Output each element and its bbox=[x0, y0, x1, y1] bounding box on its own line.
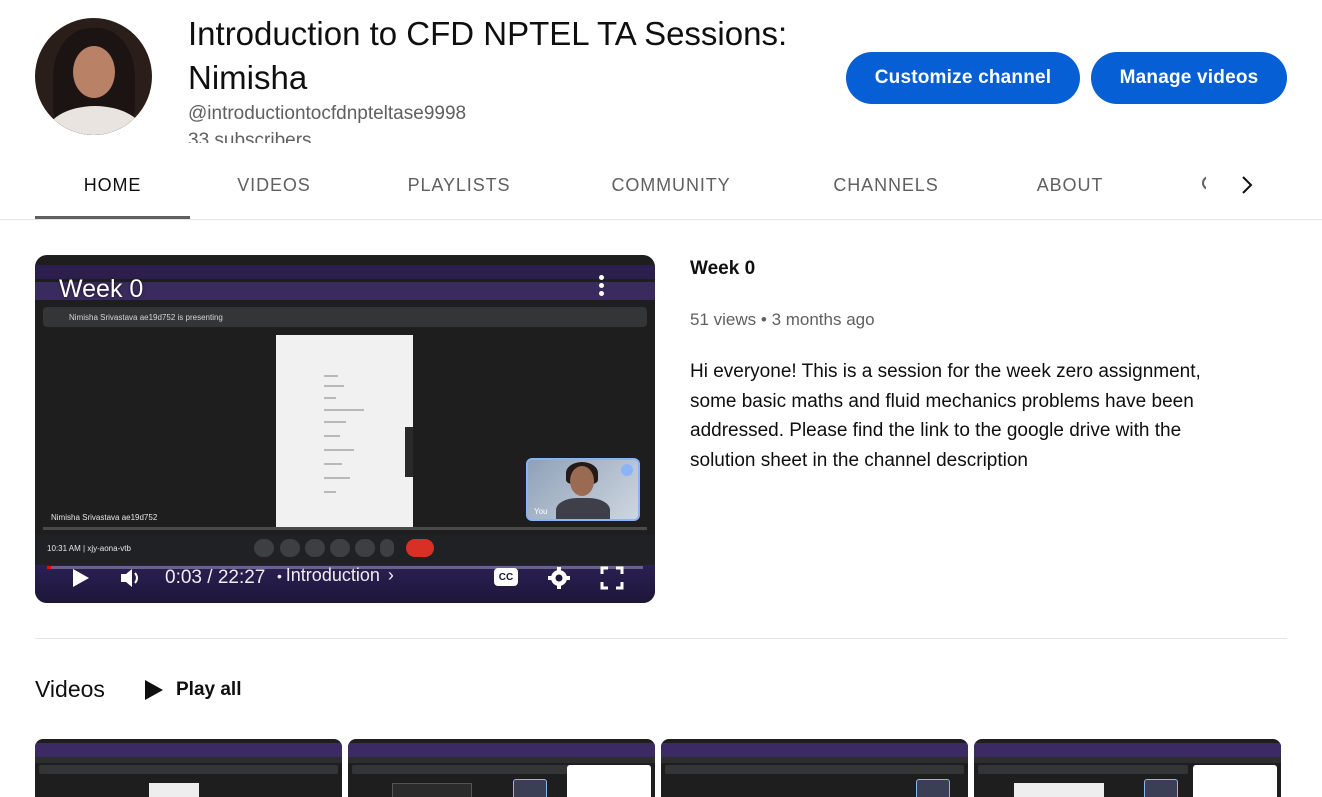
fullscreen-icon[interactable] bbox=[600, 566, 624, 590]
volume-icon[interactable] bbox=[119, 567, 143, 589]
embedded-hand-button bbox=[330, 539, 350, 557]
play-all-button[interactable]: Play all bbox=[134, 672, 250, 708]
chevron-right-icon[interactable] bbox=[1233, 170, 1261, 200]
player-video-title[interactable]: Week 0 bbox=[59, 275, 143, 304]
embedded-mic-button bbox=[254, 539, 274, 557]
player-progress-fill bbox=[47, 566, 51, 569]
embedded-captions-button bbox=[305, 539, 325, 557]
embedded-more-button bbox=[380, 539, 394, 557]
chapter-label: Introduction bbox=[285, 565, 380, 585]
embedded-annotation-toolbar bbox=[405, 427, 413, 477]
tab-about[interactable]: ABOUT bbox=[1017, 150, 1123, 220]
subscriber-count: 33 subscribers bbox=[188, 131, 312, 143]
featured-video-meta: 51 views • 3 months ago bbox=[690, 310, 875, 330]
section-divider bbox=[35, 638, 1287, 639]
channel-tabs: HOME VIDEOS PLAYLISTS COMMUNITY CHANNELS… bbox=[35, 150, 1287, 220]
self-view-label: You bbox=[534, 507, 548, 516]
meta-separator: • bbox=[760, 310, 772, 329]
play-icon[interactable] bbox=[69, 567, 91, 589]
player-more-icon[interactable] bbox=[597, 275, 605, 301]
embedded-presenter-name: Nimisha Srivastava ae19d752 bbox=[51, 513, 158, 522]
mic-active-icon bbox=[621, 464, 633, 476]
embedded-meeting-clock: 10:31 AM | xjy-aona-vtb bbox=[47, 544, 131, 553]
video-thumbnail[interactable] bbox=[974, 739, 1281, 797]
featured-video-title[interactable]: Week 0 bbox=[690, 258, 755, 280]
play-all-label: Play all bbox=[176, 679, 242, 700]
embedded-presenting-banner: Nimisha Srivastava ae19d752 is presentin… bbox=[43, 307, 647, 327]
channel-avatar bbox=[35, 18, 152, 135]
embedded-self-view: You bbox=[526, 458, 640, 521]
channel-title: Introduction to CFD NPTEL TA Sessions: N… bbox=[188, 15, 788, 96]
featured-video-description[interactable]: Hi everyone! This is a session for the w… bbox=[690, 357, 1250, 475]
videos-shelf-title[interactable]: Videos bbox=[35, 676, 105, 703]
avatar-face bbox=[73, 46, 115, 98]
player-time: 0:03 / 22:27 bbox=[165, 567, 266, 588]
upload-age: 3 months ago bbox=[771, 310, 875, 329]
tab-home[interactable]: HOME bbox=[35, 150, 190, 220]
embedded-end-call-button bbox=[406, 539, 434, 557]
embedded-camera-button bbox=[280, 539, 300, 557]
customize-channel-button[interactable]: Customize channel bbox=[846, 52, 1080, 104]
featured-video-player[interactable]: Nimisha Srivastava ae19d752 is presentin… bbox=[35, 255, 655, 603]
play-all-icon bbox=[145, 680, 163, 700]
tab-playlists[interactable]: PLAYLISTS bbox=[387, 150, 531, 220]
settings-gear-icon[interactable] bbox=[547, 566, 571, 590]
video-thumbnail[interactable] bbox=[348, 739, 655, 797]
channel-handle: @introductiontocfdnpteltase9998 bbox=[188, 103, 467, 124]
embedded-meet-divider bbox=[43, 527, 647, 530]
tab-channels[interactable]: CHANNELS bbox=[815, 150, 957, 220]
video-thumbnail[interactable] bbox=[661, 739, 968, 797]
tab-videos[interactable]: VIDEOS bbox=[215, 150, 333, 220]
embedded-shared-document bbox=[276, 335, 413, 528]
tabs-divider bbox=[0, 219, 1322, 220]
tab-community[interactable]: COMMUNITY bbox=[591, 150, 751, 220]
embedded-present-button bbox=[355, 539, 375, 557]
closed-captions-button[interactable]: CC bbox=[494, 568, 518, 586]
video-thumbnail[interactable] bbox=[35, 739, 342, 797]
manage-videos-button[interactable]: Manage videos bbox=[1091, 52, 1287, 104]
view-count: 51 views bbox=[690, 310, 757, 329]
tab-search-icon[interactable] bbox=[1200, 174, 1206, 194]
player-chapter[interactable]: • Introduction › bbox=[277, 565, 394, 586]
